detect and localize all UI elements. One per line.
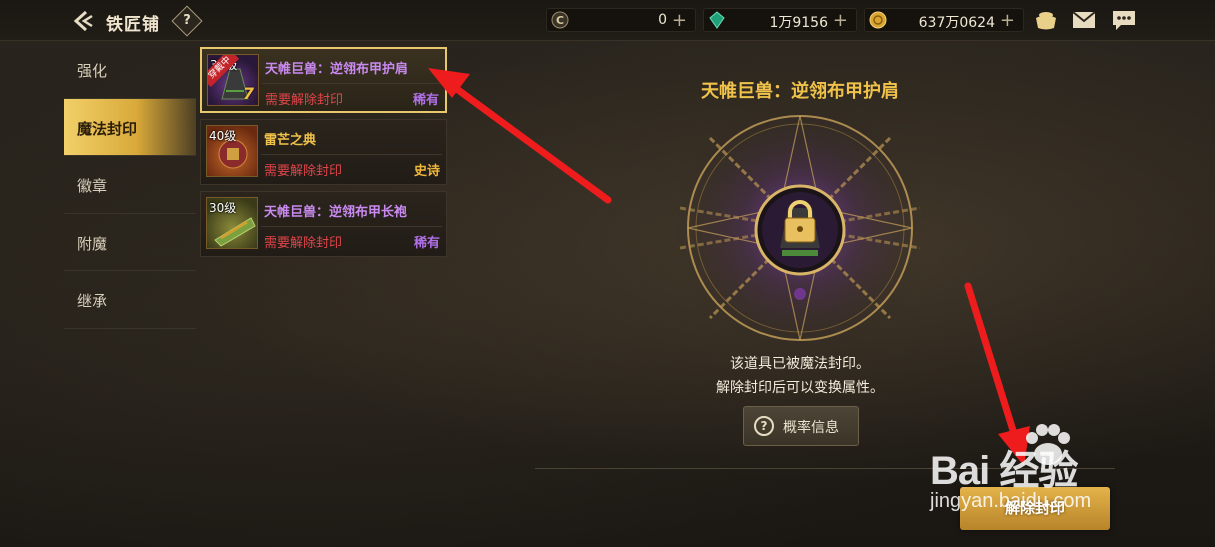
chat-icon[interactable] — [1111, 9, 1137, 31]
probability-info-label: 概率信息 — [783, 420, 839, 436]
divider — [261, 226, 442, 227]
item-detail-title: 天帷巨兽：逆翎布甲护肩 — [701, 81, 899, 102]
help-button[interactable]: ? — [171, 5, 203, 37]
item-name: 天帷巨兽：逆翎布甲护肩 — [265, 62, 409, 77]
page-title: 铁匠铺 — [106, 15, 160, 35]
item-name: 天帷巨兽：逆翎布甲长袍 — [264, 205, 408, 220]
mail-icon[interactable] — [1071, 9, 1097, 31]
item-level: 30级 — [209, 201, 237, 215]
item-rarity: 稀有 — [413, 236, 440, 251]
currency-gem: 1万9156 + — [703, 8, 857, 32]
top-bar: 铁匠铺 ? C 0 + 1万9156 + 637万0624 + — [0, 0, 1215, 41]
help-label: ? — [183, 13, 191, 28]
item-level: 40级 — [209, 129, 237, 143]
back-arrow-icon[interactable] — [70, 8, 96, 34]
currency-gold: 637万0624 + — [864, 8, 1024, 32]
currency-value: 1万9156 — [769, 15, 828, 31]
pot-icon[interactable] — [1033, 9, 1059, 31]
divider — [262, 83, 441, 84]
seal-description-line-2: 解除封印后可以变换属性。 — [716, 380, 884, 396]
seal-description-line-1: 该道具已被魔法封印。 — [730, 356, 870, 372]
item-requirement: 需要解除封印 — [265, 93, 344, 108]
sidebar-item-inherit[interactable]: 继承 — [64, 271, 196, 329]
item-name: 雷芒之典 — [264, 133, 317, 148]
item-thumbnail: 40级 — [206, 125, 258, 177]
item-thumbnail: 30级 穿戴中 7 — [207, 54, 259, 106]
divider — [261, 154, 442, 155]
coin-c-icon: C — [551, 11, 569, 29]
sidebar-item-label: 附魔 — [77, 234, 108, 253]
sidebar-item-enchant[interactable]: 附魔 — [64, 214, 196, 271]
add-currency-button[interactable]: + — [833, 10, 848, 31]
svg-text:C: C — [556, 14, 564, 27]
sidebar-item-enhance[interactable]: 强化 — [64, 41, 196, 99]
gold-coin-icon — [869, 11, 887, 29]
probability-info-button[interactable]: ? 概率信息 — [743, 406, 859, 446]
sidebar: 强化 魔法封印 徽章 附魔 继承 — [64, 41, 196, 329]
currency-value: 637万0624 — [918, 15, 995, 31]
item-corner-number: 7 — [242, 84, 254, 103]
sidebar-item-magic-seal[interactable]: 魔法封印 — [64, 98, 196, 156]
green-gem-icon — [709, 11, 725, 29]
item-card[interactable]: 30级 天帷巨兽：逆翎布甲长袍 需要解除封印 稀有 — [200, 191, 447, 257]
sidebar-item-label: 魔法封印 — [77, 119, 138, 138]
item-requirement: 需要解除封印 — [264, 236, 343, 251]
item-card[interactable]: 40级 雷芒之典 需要解除封印 史诗 — [200, 119, 447, 185]
item-thumbnail: 30级 — [206, 197, 258, 249]
item-requirement: 需要解除封印 — [264, 164, 343, 179]
watermark-url: jingyan.baidu.com — [930, 490, 1092, 512]
currency-coin: C 0 + — [546, 8, 696, 32]
magic-seal-emblem — [670, 108, 930, 348]
sidebar-item-label: 继承 — [77, 292, 108, 310]
question-icon: ? — [754, 416, 774, 436]
item-rarity: 稀有 — [412, 93, 439, 108]
baidu-watermark: Bai 经验 jingyan.baidu.com — [930, 424, 1091, 512]
sidebar-item-label: 徽章 — [77, 177, 108, 195]
paw-icon — [1026, 424, 1070, 465]
sidebar-item-emblem[interactable]: 徽章 — [64, 156, 196, 214]
item-card[interactable]: 30级 穿戴中 7 天帷巨兽：逆翎布甲护肩 需要解除封印 稀有 — [200, 47, 447, 113]
add-currency-button[interactable]: + — [672, 10, 687, 31]
item-rarity: 史诗 — [413, 164, 440, 179]
currency-value: 0 — [658, 12, 667, 28]
sidebar-item-label: 强化 — [77, 62, 108, 80]
add-currency-button[interactable]: + — [1000, 10, 1015, 31]
